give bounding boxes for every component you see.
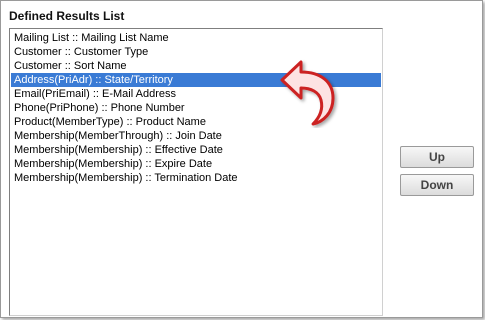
up-button[interactable]: Up (400, 146, 474, 168)
defined-results-panel: Defined Results List Mailing List :: Mai… (0, 0, 483, 318)
panel-title: Defined Results List (9, 9, 125, 23)
down-button[interactable]: Down (400, 174, 474, 196)
curved-arrow-icon (280, 60, 335, 126)
list-item[interactable]: Mailing List :: Mailing List Name (11, 31, 381, 45)
list-item[interactable]: Membership(Membership) :: Expire Date (11, 157, 381, 171)
list-item[interactable]: Membership(Membership) :: Effective Date (11, 143, 381, 157)
list-item[interactable]: Membership(Membership) :: Termination Da… (11, 171, 381, 185)
list-item[interactable]: Customer :: Customer Type (11, 45, 381, 59)
list-item[interactable]: Membership(MemberThrough) :: Join Date (11, 129, 381, 143)
